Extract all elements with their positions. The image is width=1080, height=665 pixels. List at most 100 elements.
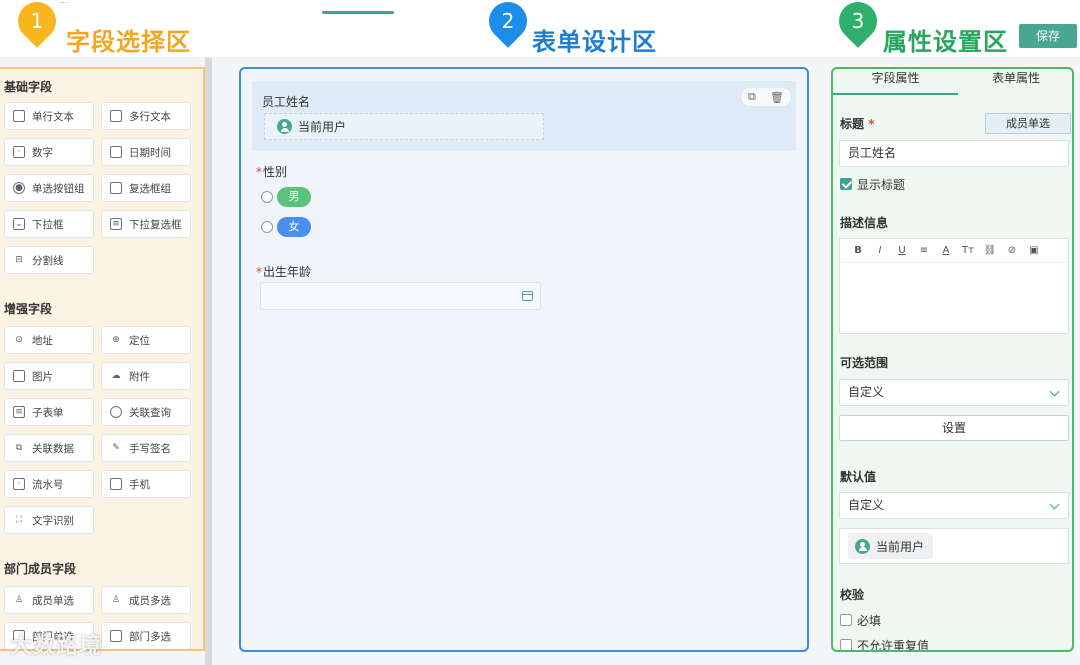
image-icon[interactable]: ▣	[1023, 245, 1045, 256]
field-dropdown[interactable]: ⌄ 下拉框	[4, 210, 94, 238]
active-tab-indicator	[322, 11, 394, 14]
radio-icon: ●	[13, 182, 25, 194]
set-button[interactable]: 设置	[839, 415, 1069, 441]
tab-form-properties[interactable]: 表单属性	[958, 69, 1072, 95]
calendar-icon	[110, 146, 122, 158]
field-dept-multi[interactable]: 部门多选	[101, 622, 191, 649]
banner-divider	[0, 57, 1080, 58]
image-icon	[13, 370, 25, 382]
field-phone[interactable]: 手机	[101, 470, 191, 498]
field-label: 分割线	[32, 254, 64, 267]
field-member-single[interactable]: ♙ 成员单选	[4, 586, 94, 614]
default-value-select[interactable]: 自定义	[839, 492, 1069, 519]
default-select-value: 自定义	[848, 498, 885, 512]
save-button[interactable]: 保存	[1019, 24, 1077, 48]
divider-icon: ⊟	[15, 255, 23, 265]
title-input[interactable]: 员工姓名	[839, 140, 1069, 167]
underline-icon[interactable]: U	[891, 245, 913, 256]
description-editor[interactable]: B I U ≡ A Tт ⛓ ⊘ ▣	[839, 238, 1069, 334]
field-label: 关联数据	[32, 442, 74, 455]
field-label: 子表单	[32, 406, 64, 419]
option-female[interactable]: 女	[277, 217, 311, 237]
title-label-text: 标题	[840, 117, 865, 131]
field-datetime[interactable]: 日期时间	[101, 138, 191, 166]
field-image[interactable]: 图片	[4, 362, 94, 390]
zone-1-title: 字段选择区	[66, 28, 191, 56]
copy-icon[interactable]: ⧉	[748, 90, 756, 104]
field-serial[interactable]: · 流水号	[4, 470, 94, 498]
description-label: 描述信息	[840, 216, 889, 230]
form-canvas: 员工姓名 ⧉ 🗑 当前用户 *性别 男 女 *出生年龄	[239, 67, 809, 652]
field-address[interactable]: ⊙ 地址	[4, 326, 94, 354]
tab-field-properties[interactable]: 字段属性	[833, 69, 958, 95]
align-icon[interactable]: ≡	[913, 245, 935, 256]
field-multi-dropdown[interactable]: ≡ 下拉复选框	[101, 210, 191, 238]
field-label: 手机	[129, 478, 150, 491]
palette-scrollbar[interactable]	[205, 58, 212, 665]
required-mark: *	[868, 117, 875, 131]
show-title-checkbox[interactable]	[840, 178, 852, 190]
members-icon: ♙	[111, 595, 121, 605]
multi-dropdown-icon: ≡	[110, 218, 122, 230]
font-color-icon[interactable]: A	[935, 245, 957, 256]
selected-field-employee-name[interactable]: 员工姓名 ⧉ 🗑 当前用户	[252, 81, 796, 151]
field-link-query[interactable]: 关联查询	[101, 398, 191, 426]
field-divider[interactable]: ⊟ 分割线	[4, 246, 94, 274]
current-user-value[interactable]: 当前用户	[264, 113, 544, 140]
attachment-icon: ☁	[111, 371, 121, 381]
field-locate[interactable]: ⊕ 定位	[101, 326, 191, 354]
field-label: 部门多选	[129, 630, 171, 643]
default-user-chip[interactable]: 当前用户	[848, 533, 933, 559]
field-radio-group[interactable]: ● 单选按钮组	[4, 174, 94, 202]
locate-icon: ⊕	[112, 335, 120, 345]
text-line-icon	[13, 110, 25, 122]
field-attachment[interactable]: ☁ 附件	[101, 362, 191, 390]
field-label: 成员单选	[32, 594, 74, 607]
field-label: 单行文本	[32, 110, 74, 123]
no-duplicate-label: 不允许重复值	[857, 639, 930, 652]
field-subform[interactable]: ≡ 子表单	[4, 398, 94, 426]
field-signature[interactable]: ✎ 手写签名	[101, 434, 191, 462]
unlink-icon[interactable]: ⊘	[1001, 245, 1023, 256]
section-title-basic: 基础字段	[4, 80, 53, 94]
field-title-employee-name: 员工姓名	[262, 95, 311, 109]
field-label: 图片	[32, 370, 53, 383]
italic-icon[interactable]: I	[869, 245, 891, 256]
radio-female[interactable]	[261, 221, 273, 233]
default-value-label: 默认值	[840, 470, 877, 484]
bold-icon[interactable]: B	[847, 245, 869, 256]
link-icon[interactable]: ⛓	[979, 245, 1001, 256]
field-multi-line[interactable]: 多行文本	[101, 102, 191, 130]
depts-icon	[110, 630, 122, 642]
birth-age-date-input[interactable]	[260, 282, 541, 310]
field-checkbox-group[interactable]: 复选框组	[101, 174, 191, 202]
field-number[interactable]: · 数字	[4, 138, 94, 166]
field-single-line[interactable]: 单行文本	[4, 102, 94, 130]
field-label: 地址	[32, 334, 53, 347]
calendar-icon	[522, 291, 533, 301]
font-size-icon[interactable]: Tт	[957, 245, 979, 256]
option-male[interactable]: 男	[277, 187, 311, 207]
field-label: 成员多选	[129, 594, 171, 607]
zone-2-title: 表单设计区	[532, 28, 657, 56]
field-label: 关联查询	[129, 406, 171, 419]
radio-male[interactable]	[261, 191, 273, 203]
field-ocr[interactable]: ⛶ 文字识别	[4, 506, 94, 534]
default-user-panel[interactable]: 当前用户	[839, 528, 1069, 564]
no-duplicate-checkbox[interactable]	[840, 639, 852, 650]
title-label: 标题 *	[840, 115, 875, 132]
number-icon: ·	[13, 146, 25, 158]
range-select[interactable]: 自定义	[839, 379, 1069, 406]
phone-icon	[110, 478, 122, 490]
dots-decoration	[60, 2, 68, 3]
field-label: 流水号	[32, 478, 64, 491]
checkbox-icon	[110, 182, 122, 194]
field-member-multi[interactable]: ♙ 成员多选	[101, 586, 191, 614]
member-single-button[interactable]: 成员单选	[985, 113, 1071, 134]
required-checkbox[interactable]	[840, 614, 852, 626]
section-title-enhanced: 增强字段	[4, 302, 53, 316]
delete-icon[interactable]: 🗑	[770, 91, 784, 104]
zone-1-number: 1	[30, 9, 44, 33]
field-label: 日期时间	[129, 146, 171, 159]
field-link-data[interactable]: ⧉ 关联数据	[4, 434, 94, 462]
